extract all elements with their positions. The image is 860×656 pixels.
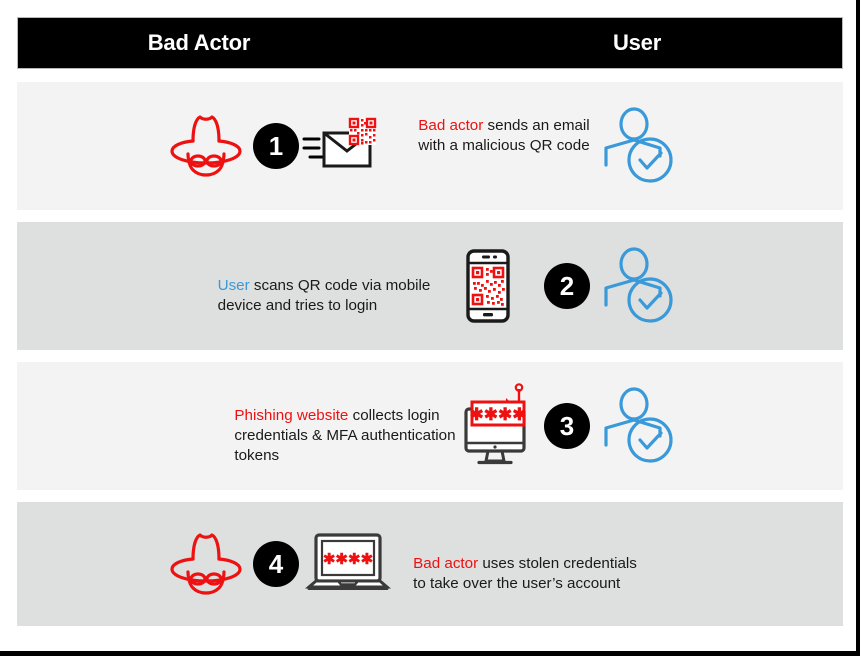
step-caption-4: Bad actor uses stolen credentials to tak… <box>395 502 655 626</box>
caption-highlight: Bad actor <box>418 117 484 135</box>
caption-highlight: Bad actor <box>413 554 479 572</box>
caption-highlight: User <box>217 276 250 294</box>
step-row-2: User scans QR code via mobile device and… <box>17 222 843 350</box>
step-caption-3: Phishing website collects login credenti… <box>220 362 470 490</box>
user-verified-icon-2 <box>595 222 685 350</box>
laptop-credentials-icon: ✱✱✱✱ <box>304 502 392 626</box>
email-qr-icon <box>300 82 380 210</box>
step-number-1: 1 <box>252 82 300 210</box>
column-header-bar: Bad Actor User <box>17 17 843 69</box>
step-caption-2: User scans QR code via mobile device and… <box>194 222 454 350</box>
step-number-4: 4 <box>252 502 300 626</box>
step-row-3: Phishing website collects login credenti… <box>17 362 843 490</box>
password-mask-text: ✱✱✱✱ <box>470 405 527 424</box>
password-mask-text-2: ✱✱✱✱ <box>323 551 374 568</box>
column-header-user: User <box>612 30 662 55</box>
step-number-2: 2 <box>541 222 593 350</box>
step-row-1: 1 Bad actor sends an email with a malici… <box>17 82 843 243</box>
caption-highlight: Phishing website <box>234 406 349 424</box>
bad-actor-icon <box>160 82 252 210</box>
step-number-3: 3 <box>541 362 593 490</box>
step-row-4: 4 ✱✱✱✱ Bad actor uses stolen credentials… <box>17 502 843 626</box>
mobile-qr-icon <box>457 222 519 350</box>
caption-rest: scans QR code via mobile device and trie… <box>217 276 431 315</box>
column-header-bad-actor: Bad Actor <box>147 30 251 55</box>
diagram-slide: Bad Actor User 1 Bad actor sends an emai… <box>0 0 860 656</box>
step-caption-1: Bad actor sends an email with a maliciou… <box>389 82 619 224</box>
bad-actor-icon-2 <box>160 502 252 626</box>
user-verified-icon-1 <box>595 82 685 210</box>
monitor-phishing-icon: ✱✱✱✱ <box>460 362 536 490</box>
user-verified-icon-3 <box>595 362 685 490</box>
